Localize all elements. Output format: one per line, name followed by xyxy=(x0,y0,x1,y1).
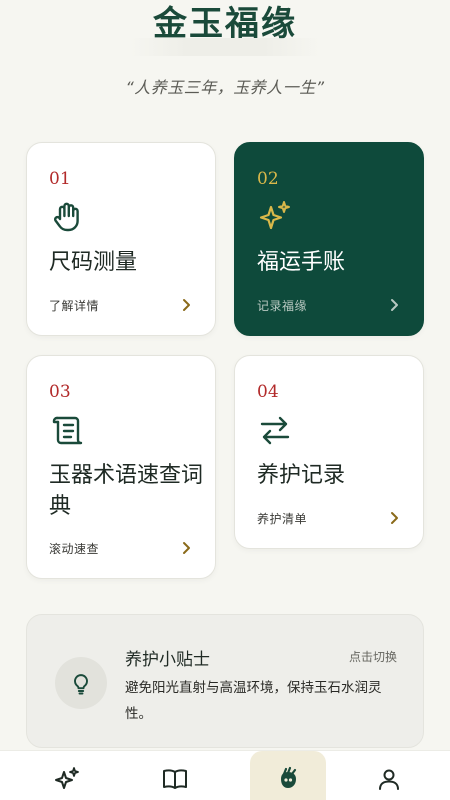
card-title: 尺码测量 xyxy=(49,250,138,275)
hand-bracelet-icon xyxy=(281,766,297,788)
header: 金玉福缘 “人养玉三年，玉养人一生” xyxy=(0,0,450,110)
card-title: 福运手账 xyxy=(257,250,346,275)
tip-switch-button[interactable]: 点击切换 xyxy=(349,648,397,665)
chevron-right-icon xyxy=(391,299,398,311)
sparkles-icon xyxy=(55,767,79,789)
hand-icon xyxy=(54,202,79,232)
card-title: 养护记录 xyxy=(257,463,346,488)
motto-text: “人养玉三年，玉养人一生” xyxy=(125,78,325,97)
card-number: 04 xyxy=(257,382,279,402)
card-subtitle: 滚动速查 xyxy=(49,542,100,556)
tip-title: 养护小贴士 xyxy=(125,650,210,670)
user-icon xyxy=(379,769,399,790)
book-icon xyxy=(163,769,187,789)
card-subtitle: 养护清单 xyxy=(257,512,308,526)
card-jade-glossary[interactable]: 03 玉器术语速查词典 滚动速查 xyxy=(26,355,216,579)
card-number: 03 xyxy=(49,382,71,402)
tip-icon-circle xyxy=(55,657,107,709)
tab-bracelet-active[interactable] xyxy=(250,751,326,800)
card-subtitle: 了解详情 xyxy=(49,299,100,313)
chevron-right-icon xyxy=(391,512,398,524)
card-number: 01 xyxy=(49,169,71,189)
card-fortune-journal[interactable]: 02 福运手账 记录福缘 xyxy=(234,142,424,336)
title-shadow-decoration xyxy=(130,38,320,56)
chevron-right-icon xyxy=(183,299,190,311)
tip-text: 避免阳光直射与高温环境，保持玉石水润灵性。 xyxy=(125,680,382,722)
arrows-swap-icon xyxy=(260,416,290,445)
lightbulb-icon xyxy=(74,674,88,695)
bottom-tab-bar xyxy=(0,750,450,800)
tab-home[interactable] xyxy=(22,751,112,800)
scroll-icon xyxy=(52,416,83,445)
chevron-right-icon xyxy=(183,542,190,554)
card-size-measure[interactable]: 01 尺码测量 了解详情 xyxy=(26,142,216,336)
card-title: 玉器术语速查词典 xyxy=(49,463,204,519)
card-number: 02 xyxy=(257,169,279,189)
care-tip-card[interactable]: 养护小贴士 点击切换 避免阳光直射与高温环境，保持玉石水润灵性。 xyxy=(26,614,424,748)
sparkles-icon xyxy=(259,201,290,230)
card-care-record[interactable]: 04 养护记录 养护清单 xyxy=(234,355,424,549)
card-subtitle: 记录福缘 xyxy=(257,299,308,313)
tab-profile[interactable] xyxy=(344,751,434,800)
tab-library[interactable] xyxy=(130,751,220,800)
